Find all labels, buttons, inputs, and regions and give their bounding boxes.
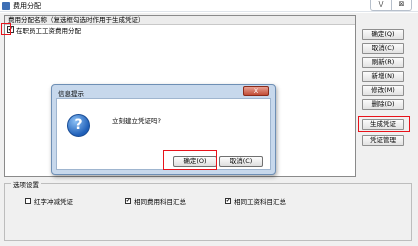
highlight-box-checkbox: [1, 23, 11, 35]
dialog-cancel-button[interactable]: 取消(C): [219, 156, 263, 167]
list-item[interactable]: ✔ 在职员工工资费用分配: [5, 25, 355, 35]
dialog-close-button[interactable]: X: [243, 86, 269, 96]
option-label: 相同费用科目汇总: [134, 198, 186, 206]
option-red-offset[interactable]: 红字冲减凭证: [25, 196, 73, 206]
cancel-button[interactable]: 取消(C): [362, 43, 404, 54]
add-button[interactable]: 新增(N): [362, 71, 404, 82]
option-same-expense-account[interactable]: ✔ 相同费用科目汇总: [125, 196, 186, 206]
minimize-button[interactable]: \/: [371, 0, 391, 10]
modify-button[interactable]: 修改(M): [362, 85, 404, 96]
option-same-salary-account[interactable]: ✔ 相同工资科目汇总: [225, 196, 286, 206]
option-label: 红字冲减凭证: [34, 198, 73, 206]
confirm-button[interactable]: 确定(Q): [362, 29, 404, 40]
checkbox[interactable]: ✔: [225, 198, 231, 204]
title-bar: 费用分配 \/ ⊠: [0, 0, 418, 12]
checkbox[interactable]: ✔: [125, 198, 131, 204]
highlight-box-generate-voucher: [358, 116, 410, 132]
app-icon: [2, 2, 10, 10]
refresh-button[interactable]: 刷新(R): [362, 57, 404, 68]
window-title: 费用分配: [13, 2, 41, 10]
window-controls: \/ ⊠: [370, 0, 412, 11]
list-item-label: 在职员工工资费用分配: [16, 26, 81, 35]
option-label: 相同工资科目汇总: [234, 198, 286, 206]
checkbox[interactable]: [25, 198, 31, 204]
options-group: 选项设置 红字冲减凭证 ✔ 相同费用科目汇总 ✔ 相同工资科目汇总: [4, 179, 412, 241]
highlight-box-dialog-ok: [163, 150, 217, 170]
question-icon: ?: [67, 114, 90, 137]
close-button[interactable]: ⊠: [391, 0, 411, 10]
voucher-management-button[interactable]: 凭证管理: [362, 135, 404, 146]
dialog-message: 立刻建立凭证吗?: [112, 117, 161, 125]
delete-button[interactable]: 删除(D): [362, 99, 404, 110]
options-legend: 选项设置: [11, 179, 41, 189]
dialog-title: 信息提示: [58, 90, 84, 98]
